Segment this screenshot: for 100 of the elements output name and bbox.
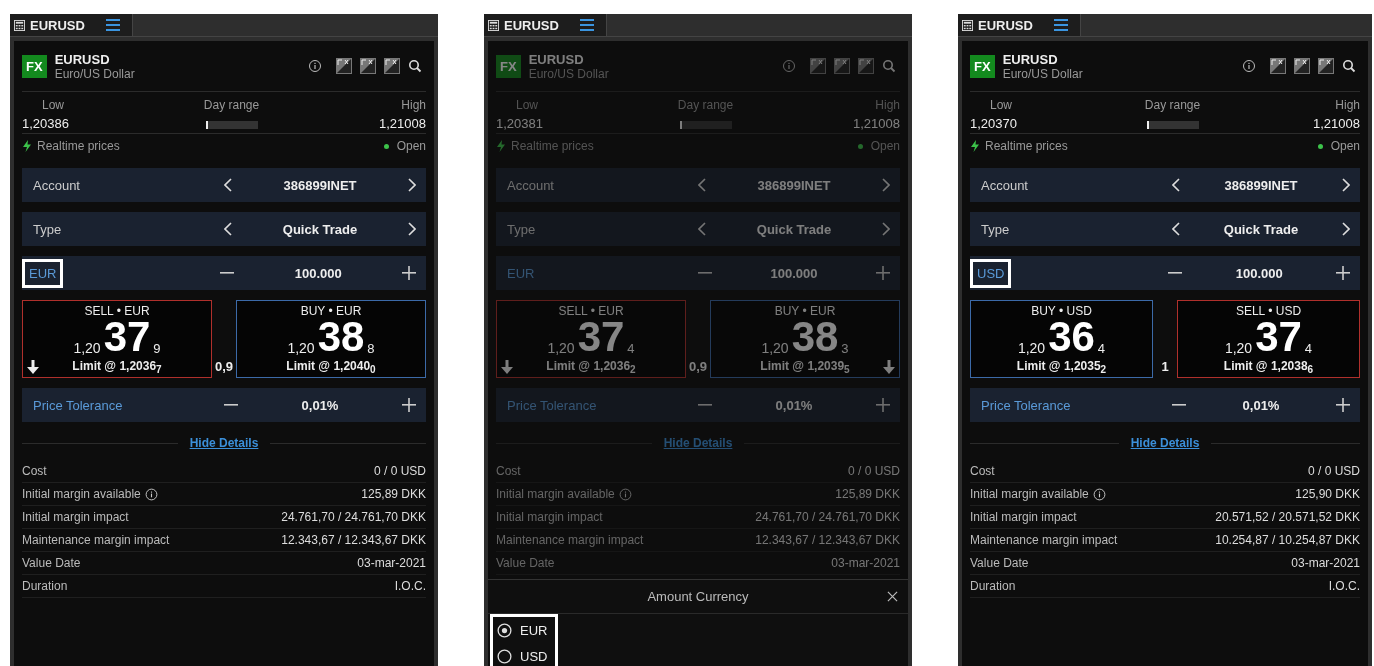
- high-price: 1,21008: [1313, 116, 1360, 131]
- info-icon[interactable]: [1092, 487, 1106, 501]
- search-icon[interactable]: [408, 59, 422, 73]
- high-label: High: [1335, 98, 1360, 112]
- info-icon[interactable]: [144, 487, 158, 501]
- chart-tool-icon[interactable]: [360, 58, 376, 74]
- close-icon[interactable]: [887, 591, 898, 602]
- detail-value: 125,89 DKK: [361, 487, 426, 501]
- chevron-right-icon[interactable]: [1342, 178, 1350, 192]
- detail-value: 125,90 DKK: [1295, 487, 1360, 501]
- price-fraction: 8: [367, 342, 375, 355]
- tile-title: BUY • USD: [1031, 304, 1092, 318]
- row-label: Type: [32, 220, 63, 239]
- high-label: High: [401, 98, 426, 112]
- instrument-name: Euro/US Dollar: [54, 66, 135, 81]
- info-icon[interactable]: [308, 59, 322, 73]
- chart-tool-icon[interactable]: [1270, 58, 1286, 74]
- chevron-left-icon[interactable]: [224, 222, 232, 236]
- detail-value: 0 / 0 USD: [1307, 464, 1360, 478]
- tolerance-value[interactable]: 0,01%: [712, 397, 876, 413]
- detail-value: 0 / 0 USD: [847, 464, 900, 478]
- price-tolerance-label: Price Tolerance: [506, 396, 598, 415]
- amount-value[interactable]: 100.000: [712, 265, 876, 281]
- currency-option[interactable]: USD: [493, 643, 555, 666]
- limit-price: Limit @ 1,2036$_{2}$: [546, 359, 636, 376]
- search-icon[interactable]: [1342, 59, 1356, 73]
- panel-tab[interactable]: EURUSD: [484, 14, 607, 36]
- detail-value: 24.761,70 / 24.761,70 DKK: [755, 510, 900, 524]
- chevron-left-icon[interactable]: [224, 178, 232, 192]
- chevron-left-icon[interactable]: [1172, 178, 1180, 192]
- chart-tool-icon[interactable]: [1318, 58, 1334, 74]
- market-status: Open: [396, 139, 426, 153]
- low-label: Low: [515, 98, 539, 112]
- calculator-icon: [488, 19, 499, 31]
- detail-label: Value Date: [496, 556, 555, 570]
- detail-label: Initial margin impact: [496, 510, 603, 524]
- tile-title: SELL • USD: [1235, 304, 1302, 318]
- amount-value[interactable]: 100.000: [234, 265, 402, 281]
- chevron-left-icon[interactable]: [1172, 222, 1180, 236]
- tile-title: SELL • EUR: [84, 304, 150, 318]
- row-label: Account: [506, 176, 555, 195]
- detail-value: 03-mar-2021: [357, 556, 426, 570]
- price-prefix: 1,20: [73, 341, 101, 355]
- plus-icon[interactable]: [1336, 398, 1350, 412]
- detail-label: Initial margin impact: [22, 510, 129, 524]
- currency-option[interactable]: EUR: [493, 617, 555, 643]
- low-label: Low: [989, 98, 1013, 112]
- menu-icon[interactable]: [105, 19, 120, 31]
- hide-details-link[interactable]: Hide Details: [1130, 436, 1200, 450]
- status-dot-icon: [1317, 143, 1323, 149]
- chart-tool-icon[interactable]: [336, 58, 352, 74]
- panel-tab[interactable]: EURUSD: [10, 14, 133, 36]
- price-pips: 37: [577, 316, 625, 358]
- menu-icon[interactable]: [1053, 19, 1068, 31]
- info-icon[interactable]: [1242, 59, 1256, 73]
- plus-icon[interactable]: [402, 266, 416, 280]
- tolerance-value[interactable]: 0,01%: [1186, 397, 1336, 413]
- buy-price-tile[interactable]: BUY • EUR 1,20 38 8 Limit @ 1,2040$_{0}$: [236, 300, 426, 378]
- chevron-right-icon[interactable]: [408, 178, 416, 192]
- detail-value: 125,89 DKK: [835, 487, 900, 501]
- detail-label: Maintenance margin impact: [496, 533, 644, 547]
- currency-selector[interactable]: EUR: [22, 258, 64, 288]
- instrument-symbol: EURUSD: [1002, 51, 1059, 67]
- price-prefix: 1,20: [761, 341, 789, 355]
- radio-icon[interactable]: [497, 648, 512, 664]
- sell-price-tile[interactable]: SELL • EUR 1,20 37 4 Limit @ 1,2036$_{2}$: [496, 300, 686, 378]
- currency-selector[interactable]: USD: [970, 258, 1012, 288]
- price-pips: 36: [1048, 316, 1095, 358]
- price-prefix: 1,20: [1017, 341, 1046, 355]
- plus-icon[interactable]: [402, 398, 416, 412]
- sell-price-tile[interactable]: SELL • USD 1,20 37 4 Limit @ 1,2038$_{6}$: [1177, 300, 1360, 378]
- detail-value: 12.343,67 / 12.343,67 DKK: [755, 533, 900, 547]
- price-fraction: 4: [1097, 342, 1106, 355]
- chart-tool-icon[interactable]: [384, 58, 400, 74]
- hide-details-link[interactable]: Hide Details: [189, 436, 259, 450]
- price-pips: 38: [791, 316, 839, 358]
- sell-price-tile[interactable]: SELL • EUR 1,20 37 9 Limit @ 1,2036$_{7}$: [22, 300, 212, 378]
- amount-value[interactable]: 100.000: [1182, 265, 1336, 281]
- plus-icon[interactable]: [1336, 266, 1350, 280]
- buy-price-tile[interactable]: BUY • USD 1,20 36 4 Limit @ 1,2035$_{2}$: [970, 300, 1153, 378]
- panel-tab[interactable]: EURUSD: [958, 14, 1081, 36]
- chart-tool-icon[interactable]: [1294, 58, 1310, 74]
- radio-icon[interactable]: [497, 622, 512, 638]
- row-label: Account: [32, 176, 81, 195]
- instrument-name: Euro/US Dollar: [1002, 66, 1083, 81]
- row-value: 386899INET: [756, 177, 832, 193]
- tolerance-value[interactable]: 0,01%: [238, 397, 402, 413]
- lightning-icon: [22, 140, 32, 152]
- row-value: 386899INET: [282, 177, 358, 193]
- detail-label: Value Date: [22, 556, 81, 570]
- spread-value: 0,9: [687, 359, 709, 376]
- detail-value: 10.254,87 / 10.254,87 DKK: [1215, 533, 1360, 547]
- chevron-right-icon[interactable]: [1342, 222, 1350, 236]
- chevron-right-icon[interactable]: [408, 222, 416, 236]
- detail-value: 0 / 0 USD: [373, 464, 426, 478]
- buy-price-tile[interactable]: BUY • EUR 1,20 38 3 Limit @ 1,2039$_{5}$: [710, 300, 900, 378]
- price-fraction: 9: [153, 342, 161, 355]
- detail-label: Maintenance margin impact: [22, 533, 170, 547]
- detail-value: 12.343,67 / 12.343,67 DKK: [281, 533, 426, 547]
- menu-icon[interactable]: [579, 19, 594, 31]
